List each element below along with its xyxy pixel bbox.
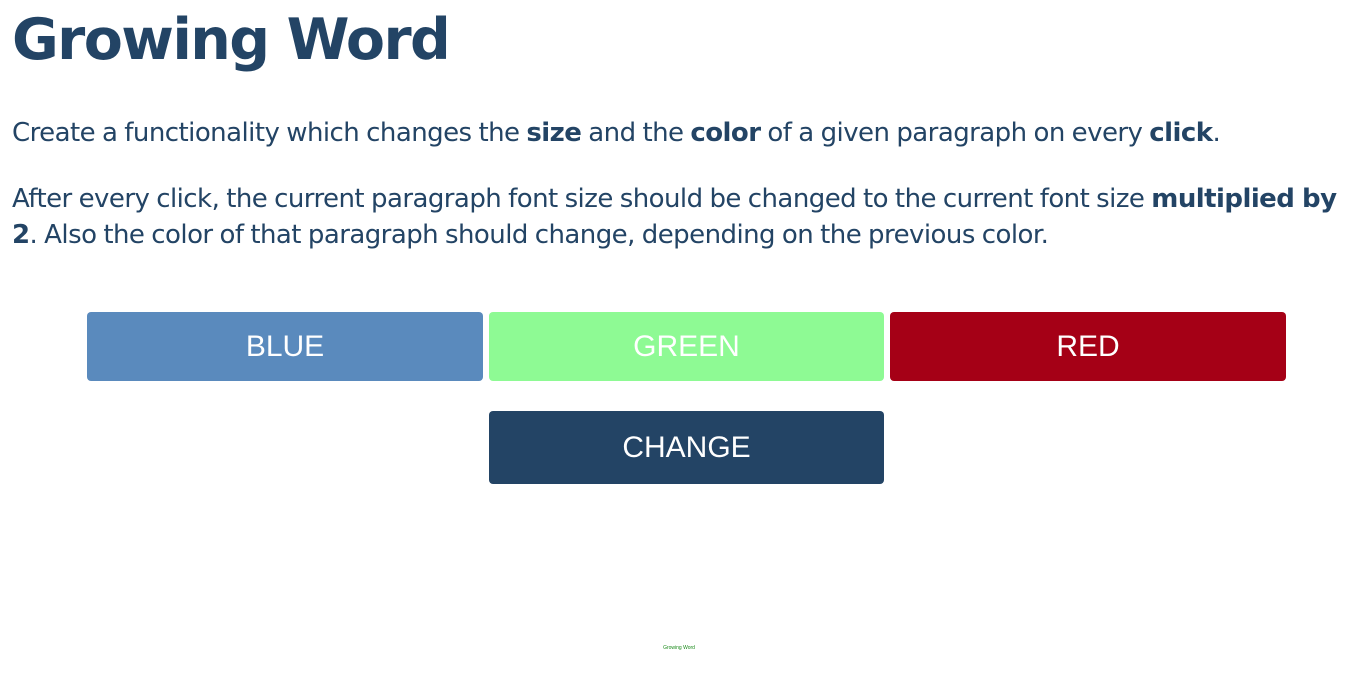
- description-bold-size: size: [526, 118, 582, 148]
- description-text: .: [1212, 118, 1221, 148]
- growing-word-paragraph: Growing Word: [663, 645, 695, 651]
- description-text: . Also the color of that paragraph shoul…: [29, 220, 1049, 250]
- blue-button[interactable]: BLUE: [87, 312, 483, 381]
- red-button[interactable]: RED: [890, 312, 1286, 381]
- description-bold-color: color: [690, 118, 761, 148]
- page-title: Growing Word: [12, 7, 451, 73]
- green-button[interactable]: GREEN: [489, 312, 884, 381]
- description-text: Create a functionality which changes the: [12, 118, 527, 148]
- description-paragraph-2: After every click, the current paragraph…: [12, 181, 1348, 253]
- description-text: of a given paragraph on every: [760, 118, 1150, 148]
- description-paragraph-1: Create a functionality which changes the…: [12, 115, 1348, 151]
- description-bold-click: click: [1149, 118, 1213, 148]
- description-text: After every click, the current paragraph…: [12, 184, 1152, 214]
- change-button[interactable]: CHANGE: [489, 411, 884, 484]
- description-text: and the: [581, 118, 691, 148]
